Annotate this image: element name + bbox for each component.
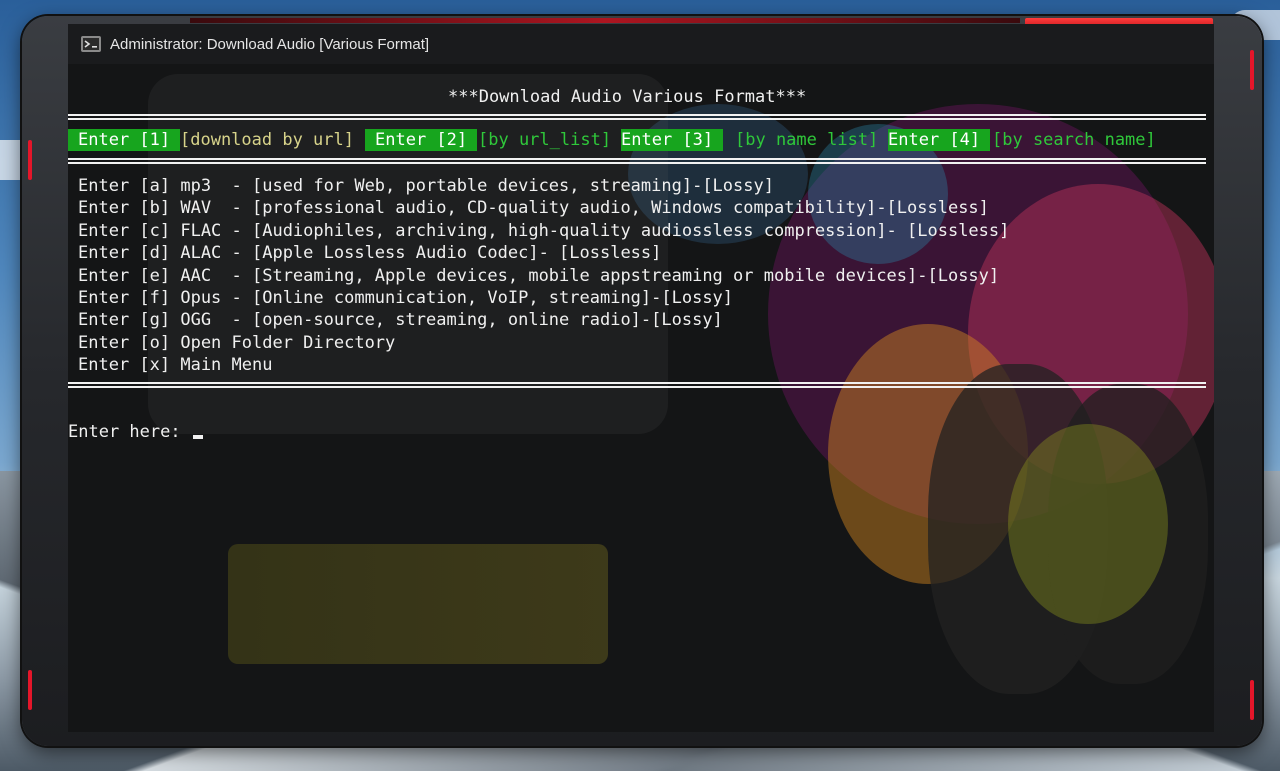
console-heading: ***Download Audio Various Format*** <box>448 87 807 107</box>
download-options-row: Enter [1] [download by url] Enter [2] [b… <box>68 129 1156 151</box>
frame-top-accent <box>190 18 1020 23</box>
menu-item-wav: Enter [b] WAV - [professional audio, CD-… <box>78 198 989 219</box>
frame-side-accent <box>28 670 32 710</box>
double-rule <box>68 114 1206 120</box>
window-title: Administrator: Download Audio [Various F… <box>110 35 430 53</box>
frame-side-accent <box>28 140 32 180</box>
menu-item-main-menu: Enter [x] Main Menu <box>78 355 273 376</box>
option-2-key: Enter [2] <box>365 129 478 151</box>
input-prompt[interactable]: Enter here: <box>68 421 203 443</box>
terminal-app-icon <box>81 36 101 52</box>
option-3-key: Enter [3] <box>621 129 724 151</box>
frame-side-accent <box>1250 680 1254 720</box>
menu-item-alac: Enter [d] ALAC - [Apple Lossless Audio C… <box>78 243 662 264</box>
double-rule <box>68 382 1206 388</box>
terminal-output: ***Download Audio Various Format*** Ente… <box>68 64 1214 557</box>
option-1-key: Enter [1] <box>68 129 181 151</box>
menu-item-mp3: Enter [a] mp3 - [used for Web, portable … <box>78 176 774 196</box>
double-rule <box>68 158 1206 164</box>
menu-item-flac: Enter [c] FLAC - [Audiophiles, archiving… <box>78 220 1010 241</box>
text-cursor <box>192 435 203 439</box>
option-3-label: [by name list] <box>735 130 879 150</box>
option-4-key: Enter [4] <box>888 129 991 151</box>
menu-item-opus: Enter [f] Opus - [Online communication, … <box>78 288 734 308</box>
frame-side-accent <box>1250 50 1254 90</box>
option-4-label: [by search name] <box>992 130 1156 150</box>
menu-item-open-folder: Enter [o] Open Folder Directory <box>78 332 396 353</box>
window-titlebar[interactable]: Administrator: Download Audio [Various F… <box>68 24 1214 64</box>
prompt-label: Enter here: <box>68 422 191 442</box>
menu-item-ogg: Enter [g] OGG - [open-source, streaming,… <box>78 310 723 331</box>
option-1-label: [download by url] <box>180 130 354 150</box>
option-2-label: [by url_list] <box>478 130 612 150</box>
menu-item-aac: Enter [e] AAC - [Streaming, Apple device… <box>78 265 1000 286</box>
